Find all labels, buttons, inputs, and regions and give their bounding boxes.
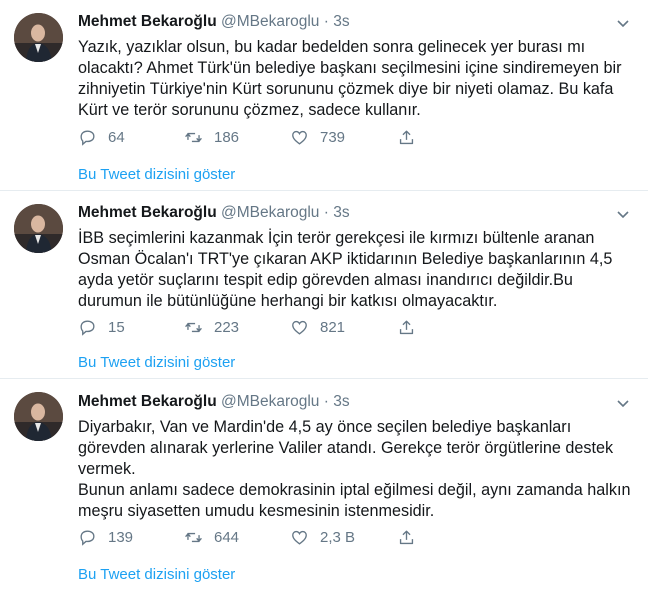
retweet-button[interactable]: 644 [184, 528, 239, 547]
like-count: 739 [320, 129, 346, 146]
tweet-text-line: Yazık, yazıklar olsun, bu kadar bedelden… [78, 38, 586, 56]
share-icon [399, 530, 414, 545]
like-button[interactable]: 2,3 B [290, 528, 355, 547]
reply-icon [80, 530, 95, 546]
tweet-text-line: İBB seçimlerini kazanmak İçin terör gere… [78, 229, 595, 247]
tweet-actions: 15 223 821 [78, 318, 618, 338]
tweet-text-line: durumun ile bütünlüğüne herhangi bir kat… [78, 292, 498, 310]
retweet-button[interactable]: 186 [184, 128, 239, 147]
tweet-text-line: olacaktı? Ahmet Türk'ün belediye başkanı… [78, 59, 622, 77]
tweet[interactable]: Mehmet Bekaroğlu @MBekaroglu · 3s Yazık,… [0, 0, 646, 190]
tweet-text-line: zihniyetin Türkiye'nin Kürt sorununu çöz… [78, 80, 614, 98]
tweet-feed: Mehmet Bekaroğlu @MBekaroglu · 3s Yazık,… [0, 0, 648, 599]
retweet-count: 223 [214, 319, 240, 336]
like-button[interactable]: 821 [290, 318, 345, 337]
tweet-text-line: meşru siyasetten umudu kesmesinin istenm… [78, 502, 435, 520]
tweet-text-line: Bunun anlamı sadece demokrasinin iptal e… [78, 481, 631, 499]
author-name[interactable]: Mehmet Bekaroğlu [78, 393, 217, 410]
like-count: 2,3 B [320, 529, 356, 546]
tweet[interactable]: Mehmet Bekaroğlu @MBekaroglu · 3s İBB se… [0, 191, 646, 378]
tweet-time[interactable]: 3s [333, 13, 349, 30]
retweet-button[interactable]: 223 [184, 318, 239, 337]
chevron-down-icon[interactable] [616, 16, 630, 30]
show-thread-link[interactable]: Bu Tweet dizisini göster [78, 566, 235, 583]
tweet-actions: 139 644 2,3 B [78, 528, 618, 548]
retweet-count: 186 [214, 129, 240, 146]
reply-count: 64 [108, 129, 125, 146]
tweet-text: İBB seçimlerini kazanmak İçin terör gere… [78, 228, 638, 312]
tweet[interactable]: Mehmet Bekaroğlu @MBekaroglu · 3s Diyarb… [0, 379, 646, 599]
tweet-actions: 64 186 739 [78, 128, 618, 148]
retweet-count: 644 [214, 529, 240, 546]
share-icon [399, 320, 414, 335]
tweet-header: Mehmet Bekaroğlu @MBekaroglu · 3s [78, 13, 350, 31]
share-button[interactable] [397, 318, 427, 337]
tweet-text-line: Diyarbakır, Van ve Mardin'de 4,5 ay önce… [78, 418, 572, 436]
tweet-text-line: görevden alınarak yerlerine Valiler atan… [78, 439, 614, 457]
separator-dot: · [323, 204, 329, 221]
reply-icon [80, 130, 95, 146]
author-handle[interactable]: @MBekaroglu [221, 393, 319, 410]
author-handle[interactable]: @MBekaroglu [221, 13, 319, 30]
avatar[interactable] [14, 392, 63, 441]
tweet-text-line: Osman Öcalan'ı TRT'ye çıkaran AKP iktida… [78, 250, 613, 268]
tweet-time[interactable]: 3s [333, 393, 349, 410]
tweet-text-line: vermek. [78, 460, 136, 478]
reply-button[interactable]: 64 [78, 128, 125, 147]
tweet-header: Mehmet Bekaroğlu @MBekaroglu · 3s [78, 204, 350, 222]
reply-button[interactable]: 15 [78, 318, 125, 337]
show-thread-link[interactable]: Bu Tweet dizisini göster [78, 354, 235, 371]
like-icon [292, 130, 307, 145]
like-icon [292, 320, 307, 335]
tweet-header: Mehmet Bekaroğlu @MBekaroglu · 3s [78, 393, 350, 411]
show-thread-link[interactable]: Bu Tweet dizisini göster [78, 166, 235, 183]
reply-count: 139 [108, 529, 134, 546]
avatar[interactable] [14, 204, 63, 253]
share-button[interactable] [397, 128, 427, 147]
like-icon [292, 530, 307, 545]
retweet-icon [185, 322, 202, 333]
tweet-text: Diyarbakır, Van ve Mardin'de 4,5 ay önce… [78, 417, 638, 522]
reply-icon [80, 320, 95, 336]
retweet-icon [185, 132, 202, 143]
separator-dot: · [323, 13, 329, 30]
reply-button[interactable]: 139 [78, 528, 133, 547]
retweet-icon [185, 532, 202, 543]
author-name[interactable]: Mehmet Bekaroğlu [78, 204, 217, 221]
tweet-text-line: Kürt ve terör sorununu çözmez, sadece ku… [78, 101, 421, 119]
tweet-time[interactable]: 3s [333, 204, 349, 221]
chevron-down-icon[interactable] [616, 396, 630, 410]
share-icon [399, 130, 414, 145]
author-name[interactable]: Mehmet Bekaroğlu [78, 13, 217, 30]
author-handle[interactable]: @MBekaroglu [221, 204, 319, 221]
reply-count: 15 [108, 319, 125, 336]
tweet-text-line: ayda yetör suçlarını tespit edip görevde… [78, 271, 573, 289]
tweet-text: Yazık, yazıklar olsun, bu kadar bedelden… [78, 37, 638, 121]
share-button[interactable] [397, 528, 427, 547]
avatar[interactable] [14, 13, 63, 62]
like-count: 821 [320, 319, 346, 336]
chevron-down-icon[interactable] [616, 207, 630, 221]
separator-dot: · [323, 393, 329, 410]
like-button[interactable]: 739 [290, 128, 345, 147]
